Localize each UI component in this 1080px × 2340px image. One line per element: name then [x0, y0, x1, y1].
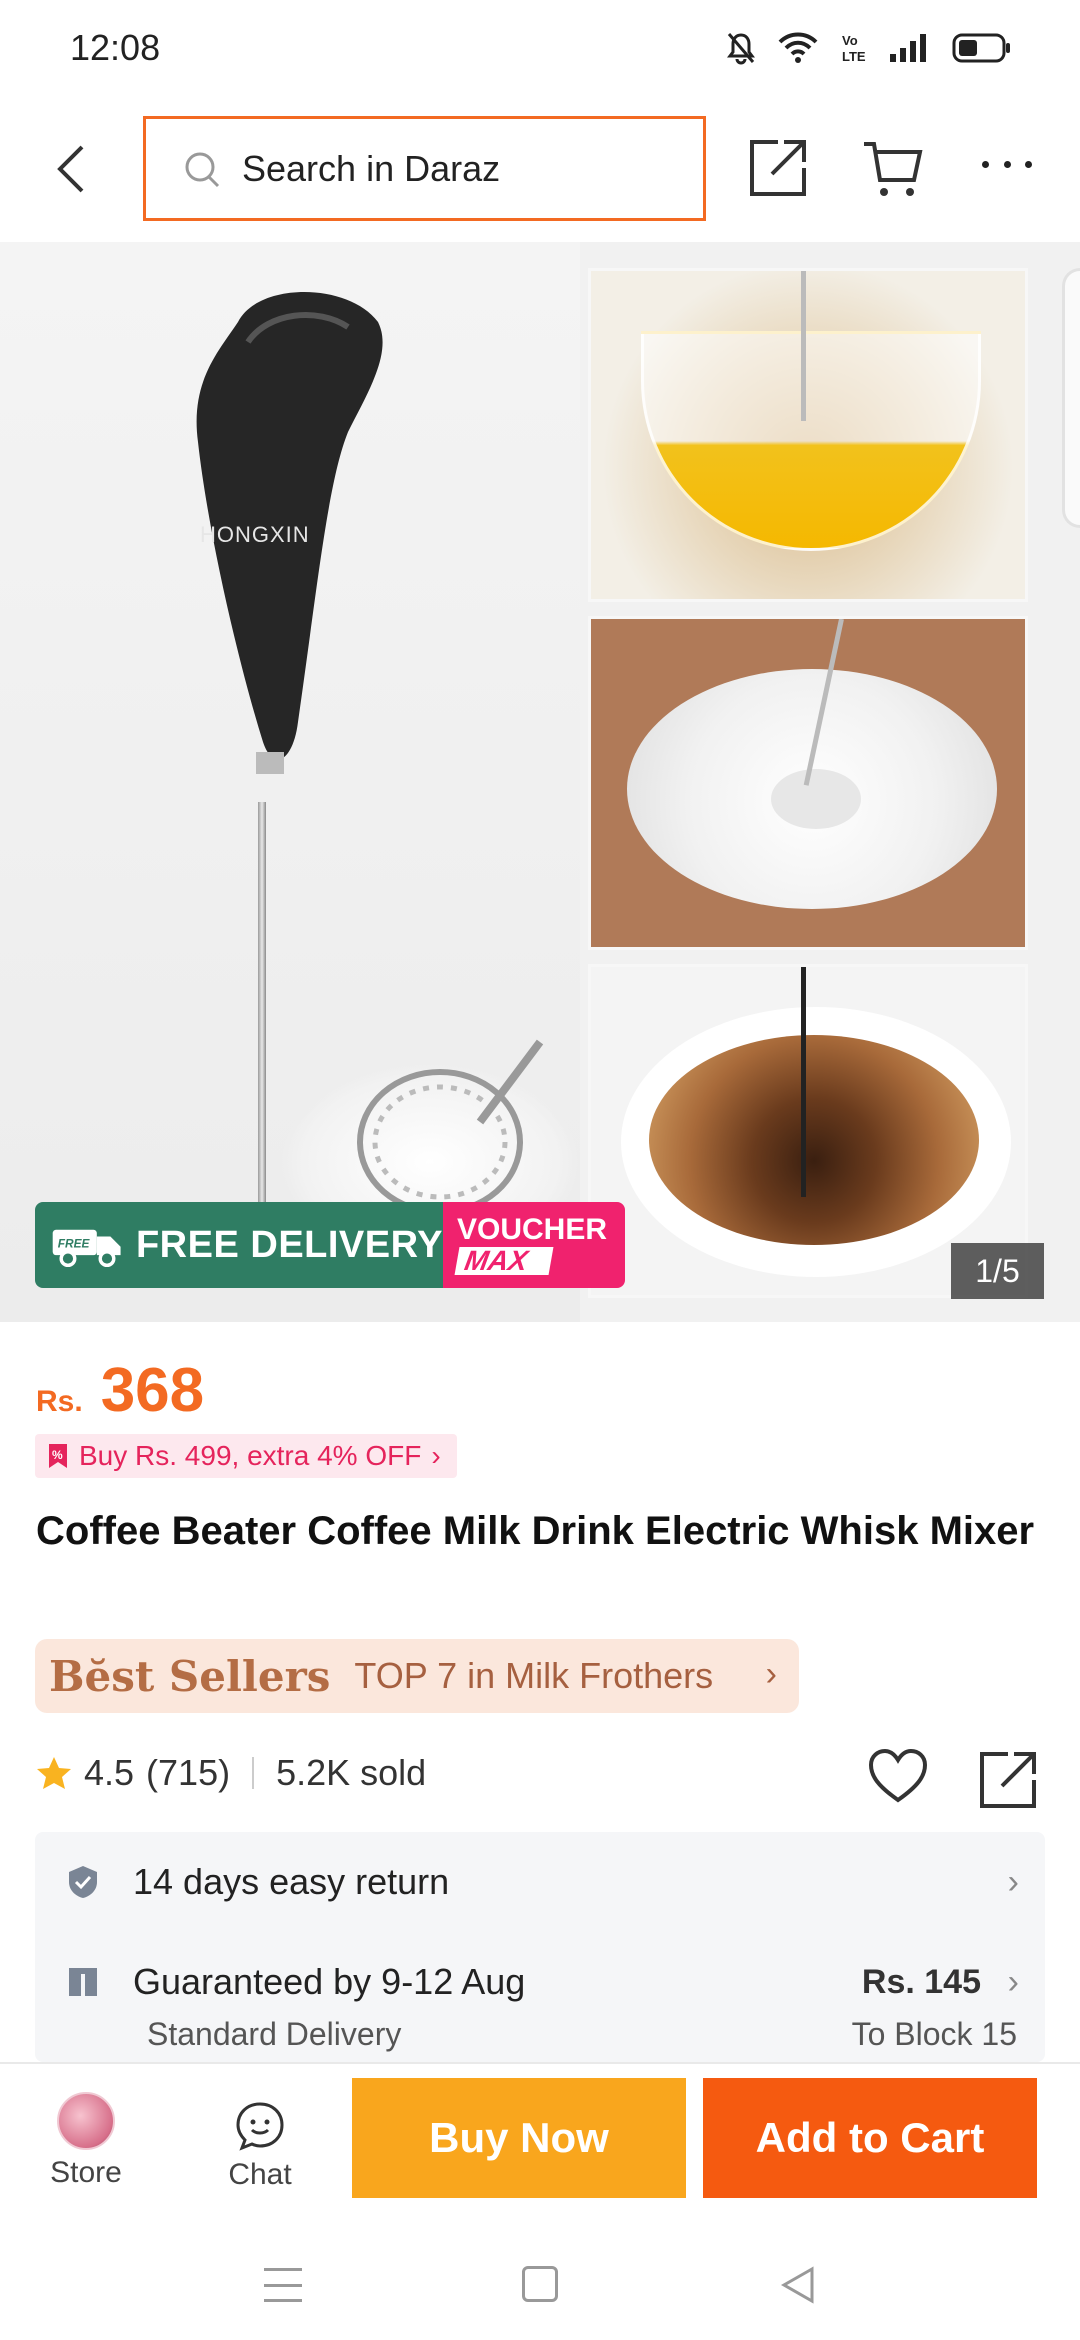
- delivery-price: Rs. 145: [861, 1962, 981, 2001]
- chat-icon: [236, 2102, 284, 2151]
- price: Rs. 368: [36, 1355, 204, 1426]
- store-label: Store: [50, 2156, 122, 2189]
- more-icon: [982, 160, 989, 168]
- promo-banner: FREE FREE DELIVERY VOUCHER MAX: [35, 1202, 625, 1288]
- promo-tag[interactable]: % Buy Rs. 499, extra 4% OFF ›: [35, 1434, 457, 1478]
- menu-icon: [264, 2268, 302, 2271]
- top-navigation: Search in Daraz: [0, 96, 1080, 242]
- chevron-right-icon: ›: [431, 1440, 441, 1471]
- return-label: 14 days easy return: [133, 1861, 450, 1902]
- delivery-location: To Block 15: [851, 2016, 1017, 2052]
- best-sellers-rank-text: TOP 7 in Milk Frothers: [354, 1655, 714, 1696]
- share-button[interactable]: [748, 138, 808, 198]
- share-icon: [750, 140, 806, 196]
- rating-row[interactable]: 4.5 (715) 5.2K sold: [36, 1752, 426, 1794]
- svg-text:Vo: Vo: [842, 33, 858, 48]
- status-time: 12:08: [70, 27, 161, 68]
- chevron-right-icon: ›: [765, 1655, 777, 1693]
- status-icons: Vo LTE: [726, 31, 1012, 65]
- free-badge-text: FREE: [58, 1237, 91, 1251]
- add-to-cart-button[interactable]: Add to Cart: [703, 2078, 1037, 2198]
- home-button[interactable]: [522, 2266, 558, 2302]
- bottom-action-bar: Store Chat Buy Now Add to Cart: [0, 2062, 1080, 2210]
- rating-value: 4.5: [84, 1752, 135, 1793]
- free-delivery-text: FREE DELIVERY: [135, 1223, 443, 1266]
- wifi-icon: [778, 32, 818, 63]
- max-text: MAX: [454, 1245, 554, 1276]
- battery-icon: [952, 33, 1010, 63]
- status-bar: 12:08 Vo LTE: [0, 0, 1080, 96]
- truck-icon: FREE: [52, 1229, 121, 1268]
- price-value: 368: [100, 1356, 205, 1425]
- best-sellers-logo: Bĕst Sellers: [49, 1651, 331, 1701]
- chat-button[interactable]: Chat: [210, 2100, 310, 2200]
- whisk-coil-image: [357, 1039, 544, 1215]
- promo-tag-text: Buy Rs. 499, extra 4% OFF: [79, 1440, 422, 1471]
- star-icon: [37, 1757, 71, 1789]
- egg-whisk-photo: [588, 268, 1028, 602]
- svg-text:LTE: LTE: [842, 49, 866, 64]
- share-icon[interactable]: [978, 1750, 1038, 1810]
- recent-apps-button[interactable]: [264, 2268, 302, 2302]
- buy-now-button[interactable]: Buy Now: [352, 2078, 686, 2198]
- signal-icon: [890, 34, 926, 62]
- delivery-label: Guaranteed by 9-12 Aug: [133, 1961, 526, 2002]
- review-count: (715): [146, 1752, 231, 1793]
- product-title: Coffee Beater Coffee Milk Drink Electric…: [36, 1509, 1035, 1553]
- price-currency: Rs.: [36, 1385, 83, 1418]
- cart-icon: [864, 142, 923, 196]
- menu-icon: [264, 2283, 302, 2287]
- brand-logo-text: HONGXIN: [200, 522, 310, 547]
- back-icon: [57, 145, 84, 193]
- delivery-type: Standard Delivery: [147, 2016, 402, 2052]
- next-image-peek: [1062, 268, 1080, 528]
- volte-icon: Vo LTE: [842, 33, 866, 64]
- svg-text:%: %: [52, 1448, 63, 1462]
- more-icon: [1025, 160, 1032, 168]
- store-avatar: [57, 2092, 115, 2150]
- product-photo-main: HONGXIN: [0, 242, 580, 1322]
- search-icon: [185, 152, 220, 187]
- search-placeholder: Search in Daraz: [242, 147, 501, 189]
- shield-check-icon: [69, 1866, 97, 1898]
- more-icon: [1003, 160, 1011, 168]
- return-policy-row[interactable]: 14 days easy return ›: [35, 1832, 1045, 1932]
- store-button[interactable]: Store: [36, 2092, 136, 2196]
- system-navigation-bar: [0, 2210, 1080, 2340]
- free-delivery-badge: FREE FREE DELIVERY: [35, 1202, 443, 1288]
- service-info-card: 14 days easy return › Guaranteed by 9-12…: [35, 1832, 1045, 2062]
- divider: [252, 1757, 255, 1789]
- back-button[interactable]: [46, 138, 96, 200]
- product-image-carousel[interactable]: HONGXIN FREE FREE DELIVERY VOUCHER MAX 1…: [0, 242, 1080, 1322]
- more-button[interactable]: [982, 154, 1032, 174]
- chevron-right-icon: ›: [1007, 1962, 1019, 2001]
- milk-foam-photo: [588, 616, 1028, 950]
- voucher-text: VOUCHER: [457, 1213, 608, 1246]
- discount-icon: %: [49, 1444, 67, 1468]
- search-input[interactable]: Search in Daraz: [143, 116, 706, 221]
- menu-icon: [264, 2299, 302, 2302]
- sold-count: 5.2K sold: [276, 1752, 427, 1793]
- cart-button[interactable]: [862, 140, 924, 200]
- mute-icon: [727, 33, 755, 65]
- package-icon: [69, 1968, 97, 1996]
- best-sellers-rank[interactable]: Bĕst Sellers TOP 7 in Milk Frothers ›: [35, 1639, 799, 1713]
- image-counter: 1/5: [951, 1243, 1044, 1299]
- system-back-icon[interactable]: [780, 2266, 816, 2304]
- chevron-right-icon: ›: [1007, 1862, 1019, 1901]
- chat-label: Chat: [228, 2158, 292, 2191]
- voucher-max-badge: VOUCHER MAX: [443, 1202, 625, 1288]
- wishlist-heart-icon[interactable]: [868, 1748, 928, 1804]
